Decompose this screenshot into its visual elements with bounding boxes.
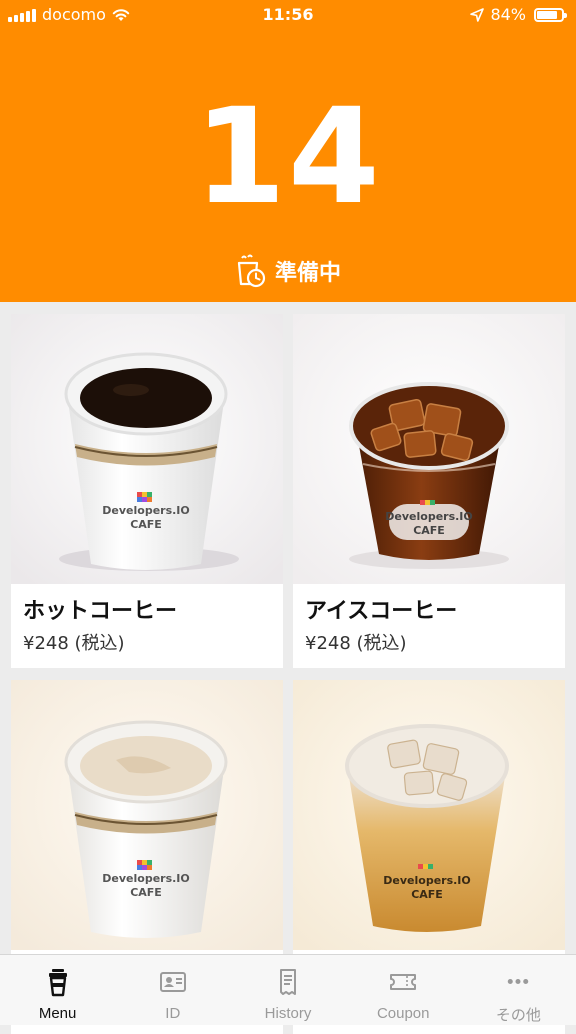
iced-latte-image: Developers.IO CAFE: [293, 680, 565, 950]
product-price: ¥248 (税込): [305, 633, 407, 654]
cup-label-line2: CAFE: [130, 886, 162, 899]
tab-label: Menu: [38, 1005, 77, 1022]
order-status: 準備中: [0, 254, 576, 288]
ticket-icon: [390, 974, 417, 990]
product-name: アイスコーヒー: [305, 599, 458, 624]
receipt-icon: [280, 969, 296, 995]
tab-coupon[interactable]: Coupon: [346, 955, 461, 1025]
cup-label-line2: CAFE: [411, 888, 443, 901]
tab-id[interactable]: ID: [115, 955, 230, 1025]
tab-label: ID: [165, 1005, 181, 1022]
cup-label-line2: CAFE: [413, 524, 445, 537]
cup-label-line2: CAFE: [130, 518, 162, 531]
tab-label: History: [264, 1005, 312, 1022]
product-price: ¥248 (税込): [23, 633, 125, 654]
order-status-header: docomo 11:56 84% 14 準備中: [0, 0, 576, 302]
id-card-icon: [159, 972, 186, 992]
product-photo: Developers.IO CAFE: [11, 680, 283, 950]
hot-coffee-image: Developers.IO CAFE: [11, 314, 283, 584]
order-number: 14: [194, 80, 382, 234]
menu-item-iced-coffee[interactable]: Developers.IO CAFE アイスコーヒー ¥248 (税込): [293, 314, 565, 668]
iced-coffee-image: Developers.IO CAFE: [293, 314, 565, 584]
cup-label-line1: Developers.IO: [102, 504, 189, 517]
product-photo: Developers.IO CAFE: [293, 314, 565, 584]
status-bar: docomo 11:56 84%: [0, 0, 576, 30]
cup-label-line1: Developers.IO: [383, 874, 470, 887]
tab-menu[interactable]: Menu: [0, 955, 115, 1025]
product-photo: Developers.IO CAFE: [293, 680, 565, 950]
cup-label-line1: Developers.IO: [102, 872, 189, 885]
menu-item-hot-coffee[interactable]: Developers.IO CAFE ホットコーヒー ¥248 (税込): [11, 314, 283, 668]
cup-label-line1: Developers.IO: [385, 510, 472, 523]
battery-icon: [534, 7, 567, 22]
status-label: 準備中: [274, 261, 341, 286]
location-arrow-icon: [470, 7, 485, 22]
cup-timer-icon: [237, 254, 266, 288]
tab-label: その他: [495, 1007, 541, 1024]
battery-percent: 84%: [490, 5, 526, 24]
bottom-tab-bar: Menu ID History Coupon その他: [0, 954, 576, 1025]
tab-history[interactable]: History: [230, 955, 345, 1025]
hot-latte-image: Developers.IO CAFE: [11, 680, 283, 950]
cup-icon: [48, 969, 67, 997]
more-icon: [508, 978, 529, 985]
tab-more[interactable]: その他: [461, 955, 576, 1025]
product-photo: Developers.IO CAFE: [11, 314, 283, 584]
tab-label: Coupon: [376, 1005, 430, 1022]
product-name: ホットコーヒー: [23, 599, 178, 624]
